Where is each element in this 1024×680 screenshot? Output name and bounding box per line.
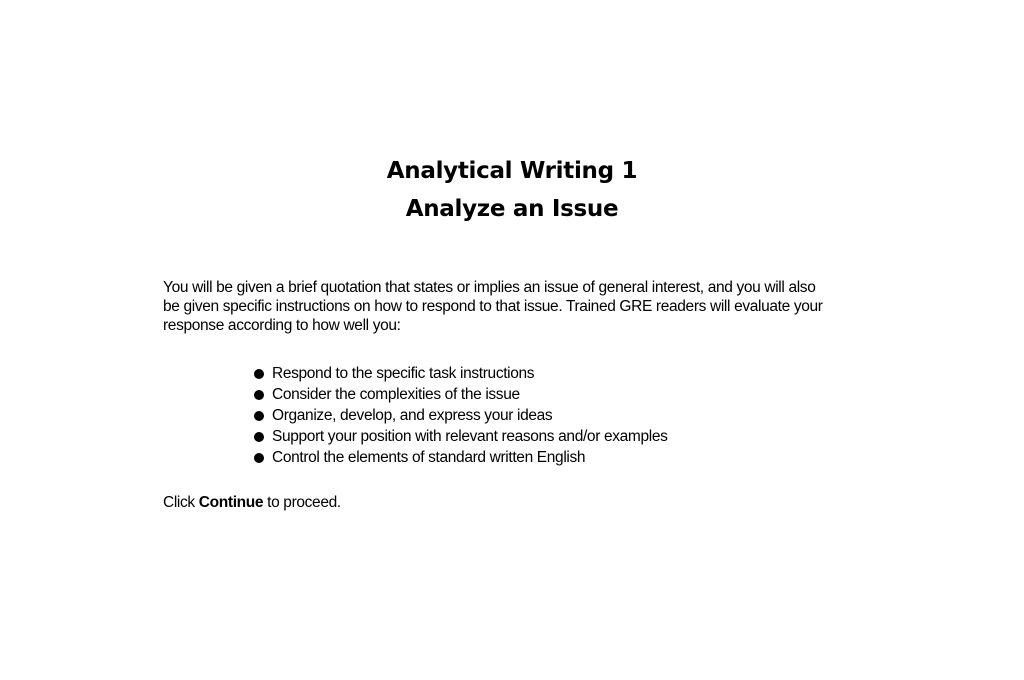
bullet-icon: [254, 368, 264, 379]
list-item-text: Control the elements of standard written…: [272, 449, 586, 466]
list-item: Organize, develop, and express your idea…: [254, 405, 668, 426]
continue-text-before: Click: [163, 494, 199, 511]
continue-keyword: Continue: [198, 494, 264, 511]
intro-line: response according to how well you:: [163, 317, 401, 334]
section-subtitle: Analyze an Issue: [405, 196, 619, 222]
bullet-icon: [254, 389, 264, 400]
intro-line: You will be given a brief quotation that…: [163, 279, 816, 296]
intro-line: be given specific instructions on how to…: [163, 298, 823, 315]
continue-instruction: Click Continue to proceed.: [163, 494, 341, 512]
list-item: Support your position with relevant reas…: [254, 426, 668, 447]
criteria-list: Respond to the specific task instruction…: [254, 363, 668, 468]
continue-text-after: to proceed.: [263, 494, 341, 511]
list-item-text: Support your position with relevant reas…: [272, 428, 668, 445]
bullet-icon: [254, 410, 264, 421]
bullet-icon: [254, 452, 264, 463]
list-item-text: Respond to the specific task instruction…: [272, 365, 535, 382]
bullet-icon: [254, 431, 264, 442]
list-item: Consider the complexities of the issue: [254, 384, 668, 405]
section-title: Analytical Writing 1: [386, 158, 638, 184]
list-item-text: Consider the complexities of the issue: [272, 386, 520, 403]
list-item-text: Organize, develop, and express your idea…: [272, 407, 553, 424]
list-item: Control the elements of standard written…: [254, 447, 668, 468]
intro-paragraph: You will be given a brief quotation that…: [163, 278, 883, 335]
list-item: Respond to the specific task instruction…: [254, 363, 668, 384]
